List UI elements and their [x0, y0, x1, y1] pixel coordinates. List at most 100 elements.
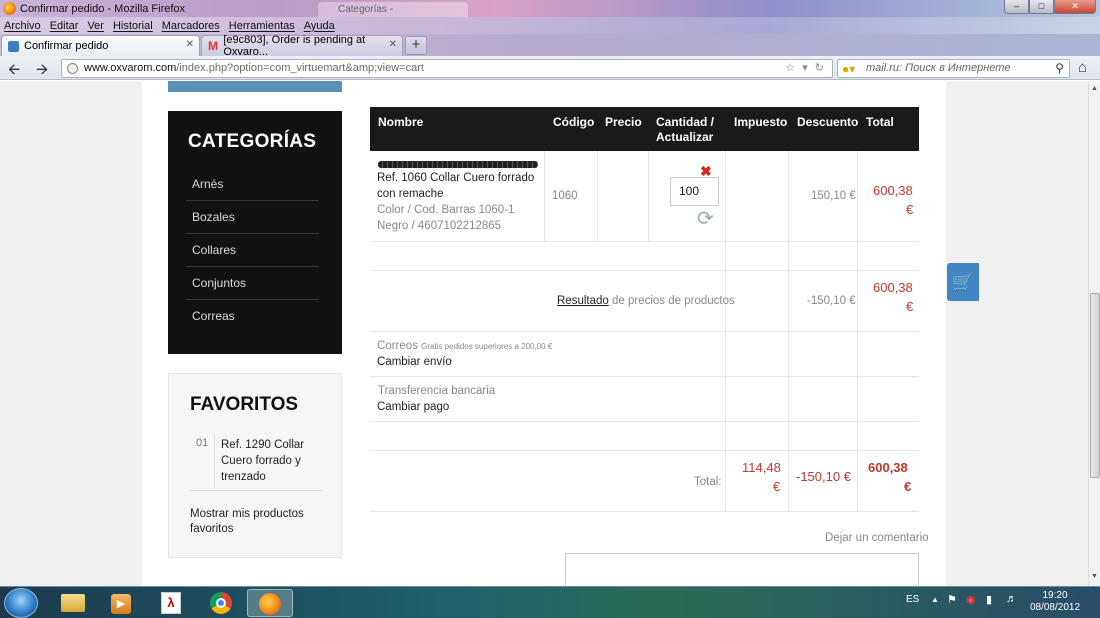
- product-code: 1060: [552, 190, 578, 202]
- site-identity-icon[interactable]: [67, 63, 78, 74]
- navigation-toolbar: 🡨 🡪 www.oxvarom.com/index.php?option=com…: [0, 56, 1100, 80]
- gmail-favicon-icon: M: [208, 38, 218, 53]
- divider: [189, 490, 323, 491]
- header-impuesto: Impuesto: [734, 115, 788, 129]
- volume-icon[interactable]: ♬: [1006, 593, 1017, 605]
- subtotal-text: de precios de productos: [612, 295, 735, 307]
- shipping-name: Correos: [377, 340, 418, 352]
- flag-icon[interactable]: ⚑: [947, 593, 957, 606]
- tab-confirmar-pedido[interactable]: Confirmar pedido ✕: [1, 35, 200, 56]
- grand-total-tax: 114,48 €: [742, 458, 781, 496]
- favorites-panel: FAVORITOS 01 Ref. 1290 Collar Cuero forr…: [168, 373, 342, 558]
- floating-cart-icon[interactable]: 🛒: [947, 263, 979, 301]
- subtotal-label: Resultado de precios de productos: [557, 293, 735, 309]
- url-host: www.oxvarom.com: [84, 62, 177, 74]
- network-icon[interactable]: ▮: [986, 593, 992, 606]
- divider: [648, 151, 649, 241]
- windows-taskbar: ▶ λ ES ▲ ⚑ ◉ ▮ ♬ 19:20 08/08/2012: [0, 586, 1100, 618]
- product-total-currency: €: [906, 202, 914, 217]
- menu-archivo[interactable]: Archivo: [4, 20, 41, 32]
- blue-banner-strip: [168, 81, 342, 92]
- close-tab-icon[interactable]: ✕: [389, 39, 397, 50]
- scroll-up-icon[interactable]: ▲: [1091, 85, 1098, 92]
- divider: [597, 151, 598, 241]
- header-cantidad-line2: Actualizar: [656, 130, 714, 144]
- refresh-quantity-icon[interactable]: ⟳: [697, 206, 714, 231]
- menu-editar[interactable]: Editar: [50, 20, 79, 32]
- acrobat-icon[interactable]: λ: [148, 589, 194, 617]
- media-player-icon[interactable]: ▶: [98, 589, 144, 617]
- show-favorites-link[interactable]: Mostrar mis productos favoritos: [190, 507, 325, 537]
- subtotal-total-currency: €: [906, 299, 914, 314]
- bookmark-star-icon[interactable]: ☆ ▾ ↻: [785, 60, 826, 77]
- header-total: Total: [866, 115, 894, 129]
- home-icon[interactable]: ⌂: [1078, 59, 1087, 76]
- url-bar[interactable]: www.oxvarom.com/index.php?option=com_vir…: [61, 59, 833, 78]
- cart-header-row: Nombre Código Precio Cantidad / Actualiz…: [370, 107, 919, 151]
- divider: [370, 270, 919, 271]
- comment-textarea[interactable]: [565, 553, 919, 586]
- chrome-icon[interactable]: [198, 589, 244, 617]
- divider: [370, 376, 919, 377]
- close-window-button[interactable]: ✕: [1054, 0, 1096, 14]
- category-item-arnes[interactable]: Arnés: [186, 168, 319, 201]
- minimize-button[interactable]: –: [1004, 0, 1029, 14]
- shipping-note: Gratis pedidos superiores a 200,00 €: [421, 342, 553, 351]
- product-variant: Color / Cod. Barras 1060-1 Negro / 46071…: [377, 204, 515, 232]
- category-item-collares[interactable]: Collares: [186, 234, 319, 267]
- header-nombre: Nombre: [378, 115, 424, 129]
- category-item-bozales[interactable]: Bozales: [186, 201, 319, 234]
- scroll-down-icon[interactable]: ▼: [1091, 573, 1098, 580]
- explorer-icon[interactable]: [50, 589, 96, 617]
- grand-total-amount-box: 600,38 €: [868, 458, 911, 496]
- firefox-taskbar-icon[interactable]: [247, 589, 293, 617]
- menu-marcadores[interactable]: Marcadores: [162, 20, 220, 32]
- header-precio: Precio: [605, 115, 642, 129]
- menu-ver[interactable]: Ver: [87, 20, 104, 32]
- menu-historial[interactable]: Historial: [113, 20, 153, 32]
- grand-total-tax-amount: 114,48: [742, 460, 781, 475]
- tab-gmail-order[interactable]: M [e9c803], Order is pending at Oxvaro..…: [201, 34, 403, 58]
- language-indicator[interactable]: ES: [906, 594, 919, 605]
- mailru-engine-icon[interactable]: ●▾: [842, 61, 855, 78]
- category-item-conjuntos[interactable]: Conjuntos: [186, 267, 319, 300]
- product-thumbnail[interactable]: [378, 161, 538, 168]
- subtotal-total: 600,38 €: [873, 278, 913, 316]
- quantity-input[interactable]: 100: [670, 177, 719, 206]
- categories-title: CATEGORÍAS: [188, 131, 317, 152]
- search-icon[interactable]: ⚲: [1055, 60, 1064, 77]
- clock[interactable]: 19:20 08/08/2012: [1027, 590, 1083, 614]
- maximize-button[interactable]: □: [1029, 0, 1054, 14]
- clock-time: 19:20: [1042, 590, 1068, 601]
- change-payment-link[interactable]: Cambiar pago: [377, 399, 449, 415]
- favorite-product-link[interactable]: Ref. 1290 Collar Cuero forrado y trenzad…: [221, 437, 319, 485]
- category-item-correas[interactable]: Correas: [186, 300, 319, 333]
- tab-label: [e9c803], Order is pending at Oxvaro...: [223, 34, 366, 58]
- menu-ayuda[interactable]: Ayuda: [304, 20, 335, 32]
- new-tab-button[interactable]: +: [405, 36, 427, 55]
- search-placeholder: mail.ru: Поиск в Интернете: [866, 62, 1011, 74]
- show-hidden-icons-icon[interactable]: ▲: [931, 595, 939, 604]
- antivirus-icon[interactable]: ◉: [966, 593, 976, 606]
- payment-method: Transferencia bancaria: [378, 385, 496, 397]
- grand-total-label: Total:: [694, 476, 722, 488]
- change-shipping-link[interactable]: Cambiar envío: [377, 354, 452, 370]
- divider: [370, 331, 919, 332]
- scrollbar-thumb[interactable]: [1090, 293, 1100, 478]
- start-button[interactable]: [4, 588, 38, 618]
- divider: [370, 421, 919, 422]
- grand-total-discount: -150,10 €: [796, 469, 851, 484]
- grand-total-tax-currency: €: [773, 479, 781, 494]
- product-name-link[interactable]: Ref. 1060 Collar Cuero forrado con remac…: [377, 170, 542, 202]
- page-scrollbar[interactable]: ▲ ▼: [1088, 81, 1100, 586]
- header-cantidad-line1: Cantidad /: [656, 115, 715, 129]
- subtotal-total-amount: 600,38: [873, 280, 913, 295]
- close-tab-icon[interactable]: ✕: [186, 39, 194, 50]
- favorites-title: FAVORITOS: [190, 394, 299, 415]
- header-codigo: Código: [553, 115, 595, 129]
- menu-herramientas[interactable]: Herramientas: [229, 20, 295, 32]
- divider: [544, 151, 545, 241]
- categories-list: Arnés Bozales Collares Conjuntos Correas: [186, 168, 319, 333]
- search-input[interactable]: ●▾ mail.ru: Поиск в Интернете ⚲: [837, 59, 1070, 78]
- subtotal-link[interactable]: Resultado: [557, 295, 609, 307]
